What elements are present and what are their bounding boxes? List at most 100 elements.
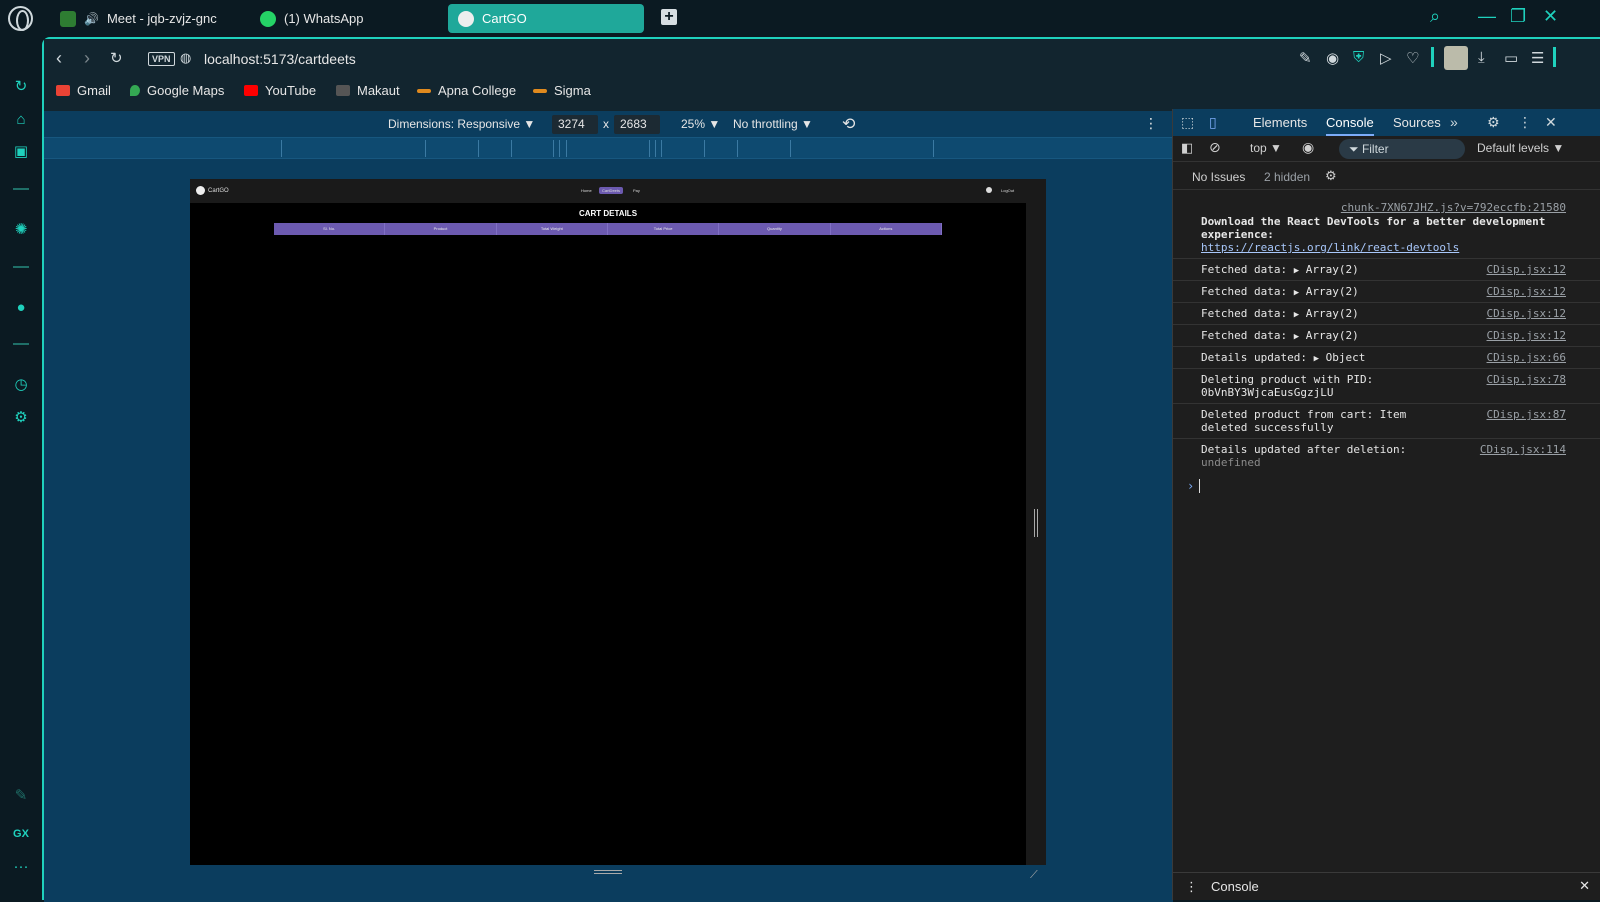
- bookmark-label: Gmail: [77, 83, 111, 98]
- avatar[interactable]: [1444, 46, 1468, 70]
- logout-link[interactable]: LogOut: [998, 187, 1017, 194]
- emulated-viewport[interactable]: CartGO Home CartDeets Pay LogOut CART DE…: [190, 179, 1026, 865]
- width-resize-handle[interactable]: [1034, 509, 1038, 537]
- message-value: undefined: [1201, 456, 1261, 469]
- source-link[interactable]: CDisp.jsx:12: [1487, 329, 1566, 342]
- tab-sources[interactable]: Sources: [1393, 115, 1441, 130]
- url-field[interactable]: localhost:5173/cartdeets: [204, 51, 356, 67]
- height-resize-handle[interactable]: [594, 870, 622, 874]
- console-settings-icon[interactable]: ⚙: [1325, 168, 1337, 184]
- height-input[interactable]: 2683: [614, 115, 660, 134]
- source-link[interactable]: CDisp.jsx:114: [1480, 443, 1566, 456]
- more-icon[interactable]: ···: [11, 857, 31, 877]
- devtools-settings-icon[interactable]: ⚙: [1487, 114, 1500, 131]
- zoom-select[interactable]: 25% ▼: [681, 117, 720, 131]
- expandable-object[interactable]: Object: [1326, 351, 1366, 364]
- nav-home[interactable]: Home: [578, 187, 595, 194]
- gmail-icon: [56, 85, 70, 96]
- expandable-object[interactable]: Array(2): [1306, 285, 1359, 298]
- menu-icon[interactable]: ☰: [1531, 49, 1544, 67]
- snapshot-edit-icon[interactable]: ✎: [1299, 49, 1312, 67]
- rotate-icon[interactable]: ⟲: [842, 114, 855, 134]
- camera-icon[interactable]: ◉: [1326, 49, 1339, 67]
- forward-icon[interactable]: ›: [84, 48, 90, 69]
- source-link[interactable]: CDisp.jsx:12: [1487, 285, 1566, 298]
- drawer-tab-console[interactable]: Console: [1211, 879, 1259, 894]
- drawer-close-icon[interactable]: ✕: [1579, 878, 1590, 894]
- more-tabs-icon[interactable]: »: [1450, 114, 1458, 130]
- cartgo-icon: [458, 10, 474, 27]
- source-link[interactable]: CDisp.jsx:78: [1487, 373, 1566, 386]
- message-text: Fetched data:: [1201, 263, 1288, 276]
- ai-icon[interactable]: ✺: [11, 220, 31, 240]
- shield-icon[interactable]: ⛨: [1353, 49, 1364, 66]
- reload-icon[interactable]: ↻: [110, 49, 123, 67]
- devtools-link[interactable]: https://reactjs.org/link/react-devtools: [1201, 241, 1459, 254]
- edit-icon[interactable]: ✎: [11, 786, 31, 806]
- bookmark-sigma[interactable]: Sigma: [533, 83, 591, 98]
- nav-pay[interactable]: Pay: [630, 187, 643, 194]
- tab-whatsapp[interactable]: (1) WhatsApp: [250, 4, 373, 33]
- opera-logo-icon[interactable]: [8, 6, 33, 31]
- console-input-caret[interactable]: [1199, 479, 1200, 493]
- sidebar-toggle-icon[interactable]: ◧: [1181, 140, 1193, 156]
- corner-resize-handle[interactable]: ⟋: [1030, 869, 1038, 882]
- spotify-icon[interactable]: ●: [11, 298, 31, 318]
- speed-dial-icon[interactable]: ↻: [11, 77, 31, 97]
- console-prompt-row[interactable]: ›: [1173, 479, 1600, 503]
- gx-icon[interactable]: GX: [11, 824, 31, 844]
- expandable-object[interactable]: Array(2): [1306, 307, 1359, 320]
- eye-icon[interactable]: ◉: [1302, 139, 1314, 156]
- expandable-object[interactable]: Array(2): [1306, 263, 1359, 276]
- dimensions-select[interactable]: Dimensions: Responsive ▼: [388, 117, 535, 131]
- drawer-menu-icon[interactable]: ⋮: [1185, 879, 1198, 895]
- bookmark-gmail[interactable]: Gmail: [56, 83, 111, 98]
- bookmark-label: Sigma: [554, 83, 591, 98]
- search-icon[interactable]: ⌕: [1430, 6, 1440, 27]
- restore-button[interactable]: ❐: [1510, 6, 1526, 27]
- source-link[interactable]: chunk-7XN67JHZ.js?v=792eccfb:21580: [1341, 201, 1566, 214]
- page-logo[interactable]: CartGO: [196, 186, 229, 195]
- history-icon[interactable]: ◷: [11, 375, 31, 395]
- filter-input[interactable]: ⏷ Filter: [1339, 139, 1465, 159]
- tab-console[interactable]: Console: [1326, 115, 1374, 136]
- source-link[interactable]: CDisp.jsx:66: [1487, 351, 1566, 364]
- battery-icon[interactable]: ▭: [1504, 49, 1518, 67]
- device-toggle-icon[interactable]: ▯: [1209, 114, 1217, 131]
- bookmark-google-maps[interactable]: Google Maps: [130, 83, 224, 98]
- bookmark-apna-college[interactable]: Apna College: [417, 83, 516, 98]
- width-input[interactable]: 3274: [552, 115, 598, 134]
- tab-meet[interactable]: 🔊 Meet - jqb-zvjz-gnc: [50, 4, 227, 33]
- issues-count[interactable]: No Issues: [1192, 170, 1245, 184]
- vpn-badge[interactable]: VPN: [148, 52, 175, 66]
- more-options-icon[interactable]: ⋮: [1144, 115, 1158, 132]
- bookmark-youtube[interactable]: YouTube: [244, 83, 316, 98]
- shop-icon[interactable]: ⌂: [11, 110, 31, 130]
- inspect-icon[interactable]: ⬚: [1181, 114, 1194, 131]
- expandable-object[interactable]: Array(2): [1306, 329, 1359, 342]
- tab-cartgo[interactable]: CartGO: [448, 4, 644, 33]
- tab-elements[interactable]: Elements: [1253, 115, 1307, 130]
- throttling-select[interactable]: No throttling ▼: [733, 117, 813, 131]
- gx-corner-icon[interactable]: ▣: [11, 142, 31, 162]
- context-select[interactable]: top ▼: [1250, 141, 1282, 155]
- play-icon[interactable]: ▷: [1380, 49, 1392, 67]
- download-icon[interactable]: ⤓: [1478, 49, 1485, 66]
- devtools-menu-icon[interactable]: ⋮: [1518, 114, 1532, 131]
- minimize-button[interactable]: —: [1478, 6, 1496, 27]
- heart-icon[interactable]: ♡: [1406, 49, 1419, 67]
- bookmark-makaut[interactable]: Makaut: [336, 83, 400, 98]
- back-icon[interactable]: ‹: [56, 48, 62, 69]
- media-query-ruler[interactable]: [44, 137, 1173, 159]
- source-link[interactable]: CDisp.jsx:87: [1487, 408, 1566, 421]
- devtools-close-icon[interactable]: ✕: [1545, 114, 1557, 131]
- close-button[interactable]: ✕: [1543, 6, 1558, 27]
- source-link[interactable]: CDisp.jsx:12: [1487, 307, 1566, 320]
- bookmark-label: Makaut: [357, 83, 400, 98]
- source-link[interactable]: CDisp.jsx:12: [1487, 263, 1566, 276]
- new-tab-button[interactable]: +: [661, 9, 677, 25]
- nav-cartdeets[interactable]: CartDeets: [599, 187, 624, 194]
- settings-icon[interactable]: ⚙: [11, 408, 31, 428]
- log-levels-select[interactable]: Default levels ▼: [1477, 141, 1564, 155]
- clear-console-icon[interactable]: ⊘: [1209, 139, 1221, 156]
